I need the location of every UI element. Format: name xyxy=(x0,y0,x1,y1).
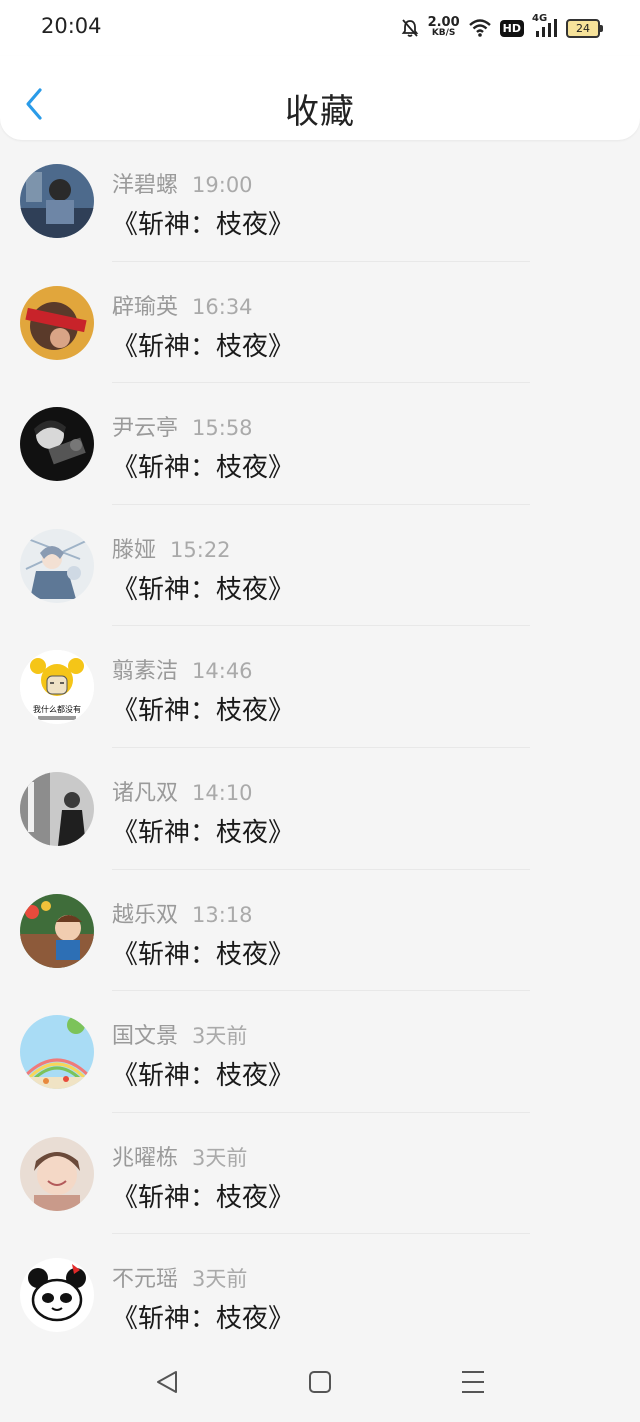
item-time: 3天前 xyxy=(192,1024,248,1049)
list-item[interactable]: 越乐双 13:18 《斩神：枝夜》 xyxy=(0,870,640,992)
item-title: 国文景 3天前 xyxy=(112,1018,247,1050)
sender-name: 越乐双 xyxy=(112,902,179,928)
nav-menu-icon[interactable] xyxy=(453,1362,493,1402)
item-title: 翦素洁 14:46 xyxy=(112,653,253,685)
list-item[interactable]: 辟瑜英 16:34 《斩神：枝夜》 xyxy=(0,262,640,384)
avatar[interactable] xyxy=(20,285,94,360)
item-message: 《斩神：枝夜》 xyxy=(112,331,295,362)
item-time: 16:34 xyxy=(192,294,253,319)
item-message: 《斩神：枝夜》 xyxy=(112,817,295,848)
item-time: 15:22 xyxy=(170,537,231,562)
avatar[interactable] xyxy=(20,1136,94,1211)
wifi-icon xyxy=(468,19,491,37)
sender-name: 兆曜栋 xyxy=(112,1145,179,1171)
avatar[interactable]: 我什么都没有 xyxy=(20,650,94,725)
network-speed: 2.00 KB/S xyxy=(427,15,460,38)
list-item[interactable]: 洋碧螺 19:00 《斩神：枝夜》 xyxy=(0,140,640,262)
sender-name: 滕娅 xyxy=(112,537,157,563)
avatar[interactable] xyxy=(20,1258,94,1333)
hd-badge: HD xyxy=(499,19,524,37)
item-title: 诸凡双 14:10 xyxy=(112,775,253,807)
item-title: 兆曜栋 3天前 xyxy=(112,1140,247,1172)
avatar[interactable] xyxy=(20,893,94,968)
list-item[interactable]: 诸凡双 14:10 《斩神：枝夜》 xyxy=(0,748,640,870)
sender-name: 尹云亭 xyxy=(112,416,179,442)
mute-bell-icon xyxy=(401,19,418,37)
signal-icon: 4G xyxy=(532,12,558,41)
sender-name: 辟瑜英 xyxy=(112,294,179,320)
item-time: 19:00 xyxy=(192,173,253,197)
status-icons: 2.00 KB/S HD 4G 24 xyxy=(400,12,603,42)
battery-icon: 24 xyxy=(566,18,603,38)
item-message: 《斩神：枝夜》 xyxy=(112,574,295,605)
item-message: 《斩神：枝夜》 xyxy=(112,1061,295,1092)
item-title: 滕娅 15:22 xyxy=(112,532,231,564)
list-item[interactable]: 尹云亭 15:58 《斩神：枝夜》 xyxy=(0,383,640,505)
item-title: 辟瑜英 16:34 xyxy=(112,289,253,321)
item-message: 《斩神：枝夜》 xyxy=(112,939,295,970)
app-header: 收藏 xyxy=(0,56,640,140)
speed-unit: KB/S xyxy=(431,28,456,38)
item-time: 3天前 xyxy=(192,1145,248,1170)
list-item[interactable]: 滕娅 15:22 《斩神：枝夜》 xyxy=(0,505,640,627)
item-title: 不元瑶 3天前 xyxy=(112,1261,247,1293)
favorites-list: 洋碧螺 19:00 《斩神：枝夜》 辟瑜英 16:34 《斩神：枝夜》 尹云亭 … xyxy=(0,140,640,1356)
item-time: 14:10 xyxy=(192,780,253,805)
meme-caption: 我什么都没有 xyxy=(33,704,81,714)
sender-name: 诸凡双 xyxy=(112,780,179,806)
network-type: 4G xyxy=(532,12,548,24)
item-title: 洋碧螺 19:00 xyxy=(112,167,253,199)
status-bar: 20:04 2.00 KB/S HD 4G 24 xyxy=(0,0,640,56)
item-message: 《斩神：枝夜》 xyxy=(112,453,295,484)
list-item[interactable]: 国文景 3天前 《斩神：枝夜》 xyxy=(0,991,640,1113)
list-item[interactable]: 我什么都没有 翦素洁 14:46 《斩神：枝夜》 xyxy=(0,626,640,748)
item-message: 《斩神：枝夜》 xyxy=(112,1182,295,1213)
nav-back-icon[interactable] xyxy=(148,1362,188,1402)
item-title: 越乐双 13:18 xyxy=(112,897,253,929)
item-time: 14:46 xyxy=(192,659,253,684)
item-time: 13:18 xyxy=(192,902,253,927)
avatar[interactable] xyxy=(20,528,94,603)
list-item[interactable]: 不元瑶 3天前 《斩神：枝夜》 xyxy=(0,1234,640,1356)
item-time: 3天前 xyxy=(192,1267,248,1292)
item-title: 尹云亭 15:58 xyxy=(112,410,253,442)
item-message: 《斩神：枝夜》 xyxy=(112,1304,295,1335)
page-title: 收藏 xyxy=(285,92,355,132)
battery-level: 24 xyxy=(576,21,590,35)
avatar[interactable] xyxy=(20,771,94,846)
sender-name: 不元瑶 xyxy=(112,1267,179,1293)
sender-name: 国文景 xyxy=(112,1024,179,1050)
status-time: 20:04 xyxy=(41,14,102,38)
item-message: 《斩神：枝夜》 xyxy=(112,210,295,240)
avatar[interactable] xyxy=(20,164,94,238)
sender-name: 翦素洁 xyxy=(112,659,179,685)
item-message: 《斩神：枝夜》 xyxy=(112,696,295,727)
avatar[interactable] xyxy=(20,407,94,482)
sender-name: 洋碧螺 xyxy=(112,173,179,198)
avatar[interactable] xyxy=(20,1015,94,1090)
system-nav-bar xyxy=(0,1342,640,1422)
list-item[interactable]: 兆曜栋 3天前 《斩神：枝夜》 xyxy=(0,1113,640,1235)
speed-value: 2.00 xyxy=(427,15,460,30)
nav-home-icon[interactable] xyxy=(300,1362,340,1402)
item-time: 15:58 xyxy=(192,416,253,441)
